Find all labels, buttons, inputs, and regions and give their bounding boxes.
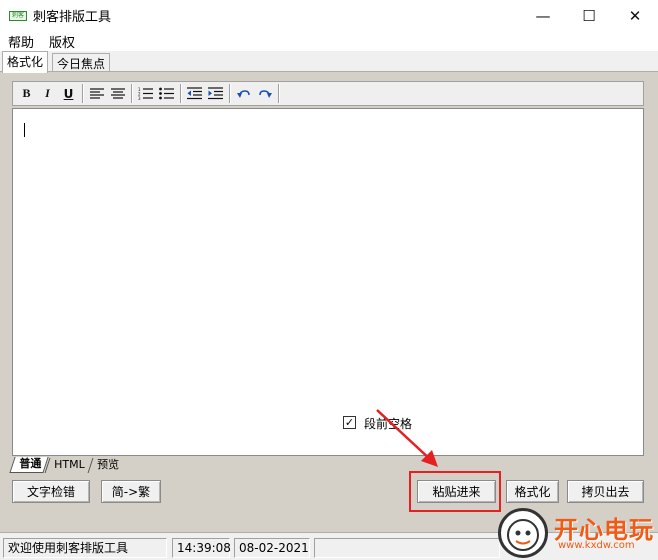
watermark-logo: 开心电玩 www.kxdw.com xyxy=(498,500,658,560)
status-time: 14:39:08 xyxy=(172,538,231,558)
mascot-icon xyxy=(498,508,548,558)
status-date: 08-02-2021 xyxy=(234,538,310,558)
status-empty xyxy=(314,538,500,558)
status-message: 欢迎使用刺客排版工具 xyxy=(3,538,167,558)
annotation-arrow-icon xyxy=(376,409,438,467)
tab-format[interactable]: 格式化 xyxy=(2,51,49,73)
watermark-url: www.kxdw.com xyxy=(558,540,635,551)
